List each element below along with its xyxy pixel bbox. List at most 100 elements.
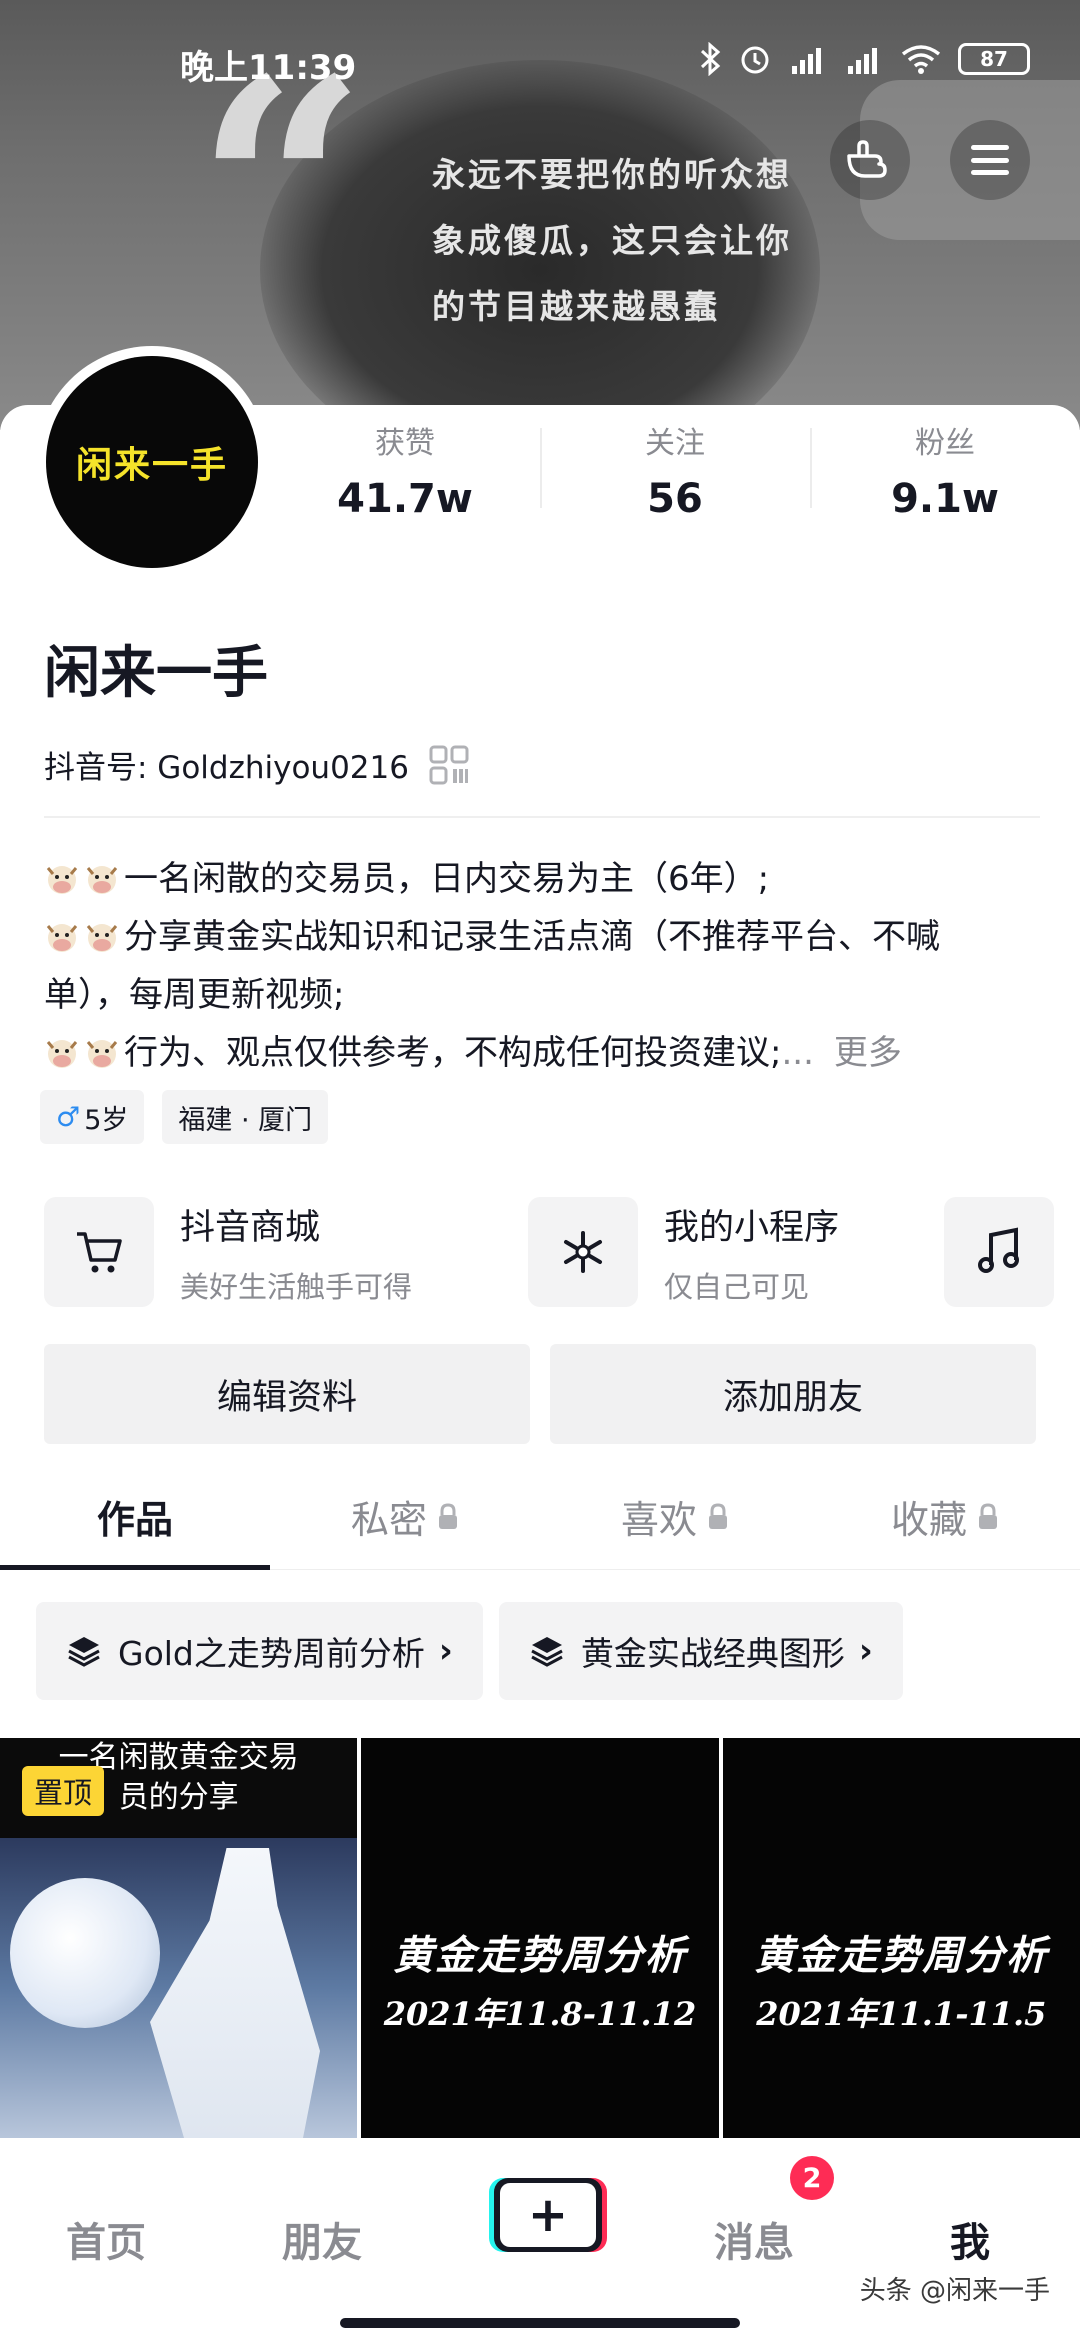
bio-line: 行为、观点仅供参考，不构成任何投资建议;... 更多 — [44, 1024, 1044, 1082]
cow-emoji-icon — [46, 924, 78, 952]
collection-chip[interactable]: 黄金实战经典图形 › — [498, 1602, 903, 1700]
cow-emoji-icon — [86, 866, 118, 894]
watermark: 头条 @闲来一手 — [859, 2276, 1050, 2306]
profile-tabs: 作品 私密 喜欢 收藏 — [0, 1464, 1080, 1570]
banner-line: 的节目越来越愚蠢 — [432, 287, 720, 326]
avatar[interactable]: 闲来一手 — [36, 346, 268, 578]
profile-tags: ♂ 5岁 福建 · 厦门 — [40, 1090, 329, 1144]
bio-text: 行为、观点仅供参考，不构成任何投资建议; — [124, 1033, 782, 1073]
chevron-right-icon: › — [438, 1631, 453, 1671]
video-title: 黄金走势周分析 2021年11.1-11.5 — [723, 1923, 1080, 2035]
tab-label: 收藏 — [890, 1498, 967, 1542]
lock-icon — [439, 1502, 457, 1529]
location-tag: 福建 · 厦门 — [162, 1090, 329, 1144]
stat-likes[interactable]: 获赞 41.7w — [270, 418, 540, 528]
video-title-text: 黄金走势周分析 — [754, 1932, 1049, 1979]
collection-chip[interactable]: Gold之走势周前分析 › — [36, 1602, 483, 1700]
add-friend-button[interactable]: 添加朋友 — [550, 1344, 1036, 1444]
nav-friends[interactable]: 朋友 — [282, 2210, 362, 2268]
stat-value: 9.1w — [891, 476, 999, 522]
wifi-icon — [901, 45, 941, 74]
cart-icon — [44, 1197, 154, 1307]
avatar-logo-text: 闲来一手 — [75, 445, 228, 486]
bluetooth-icon — [700, 42, 721, 76]
bio-line: 分享黄金实战知识和记录生活点滴（不推荐平台、不喊 — [44, 908, 1044, 966]
bio-line: 一名闲散的交易员，日内交易为主（6年）; — [44, 850, 1044, 908]
bio-line: 单），每周更新视频; — [44, 966, 1044, 1024]
male-icon: ♂ — [56, 1101, 81, 1133]
share-button[interactable] — [830, 120, 910, 200]
stat-following[interactable]: 关注 56 — [540, 418, 810, 528]
banner-quote-text: 永远不要把你的听众想 象成傻瓜，这只会让你 的节目越来越愚蠢 — [432, 142, 792, 340]
collection-label: 黄金实战经典图形 — [580, 1634, 845, 1673]
menu-button[interactable] — [950, 120, 1030, 200]
status-icons: 87 — [698, 42, 1030, 76]
douyin-id-row[interactable]: 抖音号: Goldzhiyou0216 — [44, 742, 469, 787]
alarm-icon — [741, 46, 769, 74]
stat-label: 粉丝 — [915, 426, 975, 461]
stat-followers[interactable]: 粉丝 9.1w — [810, 418, 1080, 528]
video-title: 黄金走势周分析 2021年11.8-11.12 — [361, 1923, 718, 2035]
service-subtitle: 仅自己可见 — [664, 1269, 810, 1304]
nav-messages[interactable]: 消息 — [714, 2210, 794, 2268]
video-thumbnail[interactable]: 黄金走势周分析 2021年11.8-11.12 — [361, 1738, 719, 2138]
service-miniprogram[interactable]: 我的小程序 仅自己可见 — [528, 1194, 839, 1310]
nav-me[interactable]: 我 — [950, 2210, 990, 2268]
lock-icon — [709, 1502, 727, 1529]
tab-works[interactable]: 作品 — [0, 1464, 270, 1570]
video-thumbnail[interactable]: 一名闲散黄金交易 员的分享 置顶 — [0, 1738, 358, 2138]
service-title: 抖音商城 — [180, 1207, 321, 1248]
message-badge: 2 — [790, 2156, 834, 2200]
signal-hd-icon — [792, 48, 821, 74]
tab-favorites[interactable]: 收藏 — [810, 1464, 1080, 1569]
bio-ellipsis: ... — [781, 1033, 814, 1073]
video-artwork — [0, 1838, 358, 2138]
edit-profile-button[interactable]: 编辑资料 — [44, 1344, 530, 1444]
profile-bio[interactable]: 一名闲散的交易员，日内交易为主（6年）; 分享黄金实战知识和记录生活点滴（不推荐… — [44, 850, 1044, 1082]
caped-figure-image — [150, 1848, 320, 2138]
plus-icon: + — [500, 2183, 596, 2247]
tab-private[interactable]: 私密 — [270, 1464, 540, 1569]
bio-text: 分享黄金实战知识和记录生活点滴（不推荐平台、不喊 — [124, 917, 940, 957]
layers-icon — [531, 1637, 563, 1667]
tab-likes[interactable]: 喜欢 — [540, 1464, 810, 1569]
service-text: 我的小程序 仅自己可见 — [664, 1199, 839, 1306]
stat-label: 获赞 — [375, 426, 435, 461]
location-text: 福建 · 厦门 — [178, 1104, 313, 1136]
bottom-nav: 首页 朋友 + 消息 2 我 头条 @闲来一手 — [0, 2138, 1080, 2340]
tab-label: 喜欢 — [620, 1498, 697, 1542]
video-grid: 一名闲散黄金交易 员的分享 置顶 黄金走势周分析 2021年11.8-11.12… — [0, 1738, 1080, 2138]
video-date-range: 2021年11.1-11.5 — [756, 1995, 1047, 2033]
asterisk-icon — [528, 1197, 638, 1307]
service-subtitle: 美好生活触手可得 — [180, 1269, 413, 1304]
nav-home[interactable]: 首页 — [66, 2210, 146, 2268]
cow-emoji-icon — [46, 1040, 78, 1068]
gender-age-tag: ♂ 5岁 — [40, 1090, 145, 1144]
home-indicator[interactable] — [340, 2318, 740, 2328]
create-button[interactable]: + — [494, 2178, 602, 2252]
service-row: 抖音商城 美好生活触手可得 我的小程序 仅自己可见 我 — [40, 1194, 1080, 1314]
banner-line: 永远不要把你的听众想 — [432, 155, 792, 194]
service-shop[interactable]: 抖音商城 美好生活触手可得 — [44, 1194, 412, 1310]
collection-label: Gold之走势周前分析 — [118, 1634, 425, 1673]
chevron-right-icon: › — [858, 1631, 873, 1671]
signal-hd-icon — [848, 48, 877, 74]
stat-label: 关注 — [645, 426, 705, 461]
status-bar: 晚上11:39 87 — [0, 30, 1080, 94]
qr-code-icon[interactable] — [429, 745, 469, 785]
video-date-range: 2021年11.8-11.12 — [383, 1995, 697, 2033]
profile-name: 闲来一手 — [44, 641, 268, 706]
pinned-badge: 置顶 — [22, 1766, 105, 1816]
cow-emoji-icon — [46, 866, 78, 894]
profile-actions: 编辑资料 添加朋友 — [44, 1344, 1036, 1444]
douyin-id: 抖音号: Goldzhiyou0216 — [44, 750, 409, 786]
lock-icon — [979, 1502, 997, 1529]
stat-value: 41.7w — [337, 476, 473, 522]
divider — [44, 816, 1040, 818]
video-thumbnail[interactable]: 黄金走势周分析 2021年11.1-11.5 — [722, 1738, 1080, 2138]
bio-more-link[interactable]: 更多 — [834, 1033, 902, 1073]
banner-line: 象成傻瓜，这只会让你 — [432, 221, 792, 260]
service-title: 我的小程序 — [664, 1207, 840, 1248]
hamburger-icon — [971, 145, 1009, 175]
service-music[interactable]: 我 — [944, 1194, 1080, 1310]
